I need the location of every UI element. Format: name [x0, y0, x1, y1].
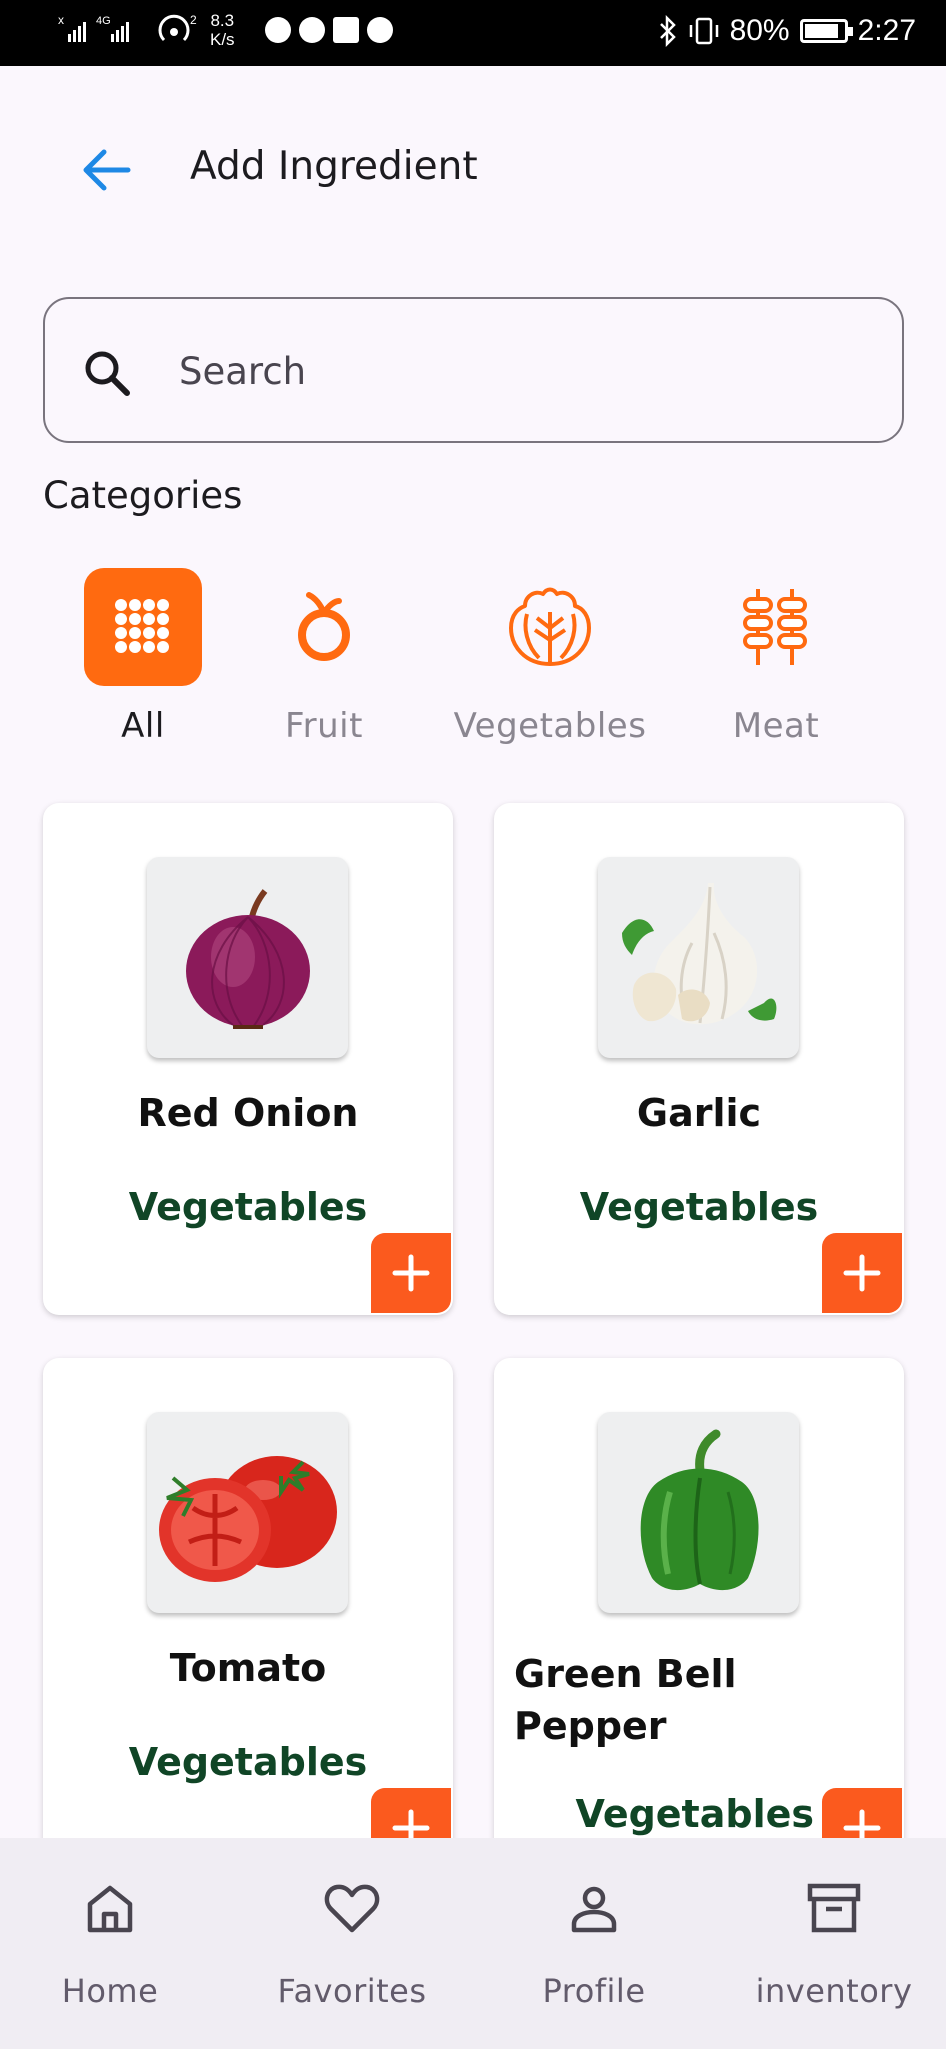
nav-favorites-label: Favorites	[277, 1972, 427, 2010]
category-all-tile	[84, 568, 202, 686]
notification-icons	[264, 17, 393, 43]
add-button[interactable]	[822, 1233, 902, 1313]
category-fruit[interactable]: Fruit	[265, 568, 383, 746]
orange-fruit-icon	[298, 592, 350, 661]
category-meat-tile	[717, 568, 835, 686]
status-right-group: 80% 2:27	[658, 14, 916, 48]
hotspot-icon: 2	[158, 13, 197, 42]
archive-box-icon	[807, 1883, 861, 1933]
gmail-icon	[332, 17, 359, 43]
add-button[interactable]	[371, 1233, 451, 1313]
plus-icon	[392, 1254, 430, 1292]
battery-level	[804, 24, 839, 38]
nav-inventory[interactable]: inventory	[754, 1878, 914, 2010]
clock: 2:27	[857, 14, 916, 47]
categories-heading: Categories	[43, 474, 243, 517]
heart-icon	[324, 1884, 380, 1933]
messenger-icon-2	[366, 17, 393, 43]
product-name: Garlic	[636, 1091, 762, 1135]
network-speed-unit: K/s	[210, 30, 235, 49]
network-speed-value: 8.3	[210, 11, 235, 30]
vibrate-icon	[689, 17, 718, 45]
product-card-garlic[interactable]: Garlic Vegetables	[494, 803, 904, 1315]
nav-home-label: Home	[61, 1972, 159, 2010]
product-name: Red Onion	[137, 1091, 359, 1135]
status-bar: x 4G 2 8.3 K/s 80% 2:27	[0, 0, 946, 66]
category-meat[interactable]: Meat	[717, 568, 835, 746]
facebook-icon	[298, 17, 325, 43]
green-bell-pepper-image	[640, 1429, 759, 1590]
product-image-frame	[598, 1412, 799, 1613]
category-fruit-label: Fruit	[285, 706, 363, 746]
category-vegetables-tile	[491, 568, 609, 686]
nav-inventory-label: inventory	[755, 1972, 913, 2010]
product-image-frame	[147, 857, 348, 1058]
network-speed: 8.3 K/s	[210, 11, 235, 49]
product-name: Green Bell Pepper	[514, 1652, 737, 1748]
product-card-tomato[interactable]: Tomato Vegetables	[43, 1358, 453, 1870]
product-card-red-onion[interactable]: Red Onion Vegetables	[43, 803, 453, 1315]
product-image-frame	[147, 1412, 348, 1613]
kebab-skewer-icon	[743, 589, 807, 665]
svg-text:2: 2	[190, 13, 197, 27]
search-box[interactable]	[43, 297, 904, 443]
home-icon	[87, 1885, 133, 1933]
status-left-group: x 4G 2 8.3 K/s	[56, 10, 393, 50]
nav-favorites[interactable]: Favorites	[272, 1878, 432, 2010]
plus-icon	[843, 1254, 881, 1292]
battery-percent: 80%	[729, 14, 790, 47]
nav-profile-label: Profile	[542, 1972, 646, 2010]
product-name: Tomato	[169, 1646, 327, 1690]
product-category: Vegetables	[579, 1185, 819, 1229]
signal-icon: x 4G	[58, 13, 129, 42]
product-card-green-bell-pepper[interactable]: Green Bell Pepper Vegetables	[494, 1358, 904, 1870]
nav-profile[interactable]: Profile	[534, 1878, 654, 2010]
nav-home[interactable]: Home	[50, 1878, 170, 2010]
battery-icon	[799, 19, 853, 43]
grid-icon	[115, 599, 169, 653]
svg-text:x: x	[58, 13, 64, 27]
bottom-navigation: Home Favorites Profile inventory	[0, 1838, 946, 2049]
page-title: Add Ingredient	[190, 144, 478, 189]
category-fruit-tile	[265, 568, 383, 686]
tomato-image	[158, 1455, 337, 1582]
garlic-image	[621, 882, 776, 1024]
category-vegetables[interactable]: Vegetables	[448, 568, 652, 746]
bluetooth-icon	[659, 15, 676, 47]
product-category: Vegetables	[128, 1740, 368, 1784]
category-vegetables-label: Vegetables	[453, 706, 647, 746]
search-input[interactable]	[179, 339, 859, 403]
lettuce-icon	[509, 587, 591, 666]
category-meat-label: Meat	[732, 706, 820, 746]
product-image-frame	[598, 857, 799, 1058]
svg-text:4G: 4G	[96, 15, 111, 27]
arrow-left-icon[interactable]	[80, 148, 132, 192]
product-category: Vegetables	[128, 1185, 368, 1229]
messenger-icon	[264, 17, 291, 43]
red-onion-image	[185, 888, 310, 1029]
search-icon	[85, 351, 130, 396]
category-all-label: All	[121, 706, 165, 746]
category-all[interactable]: All	[84, 568, 202, 746]
person-icon	[571, 1886, 617, 1933]
